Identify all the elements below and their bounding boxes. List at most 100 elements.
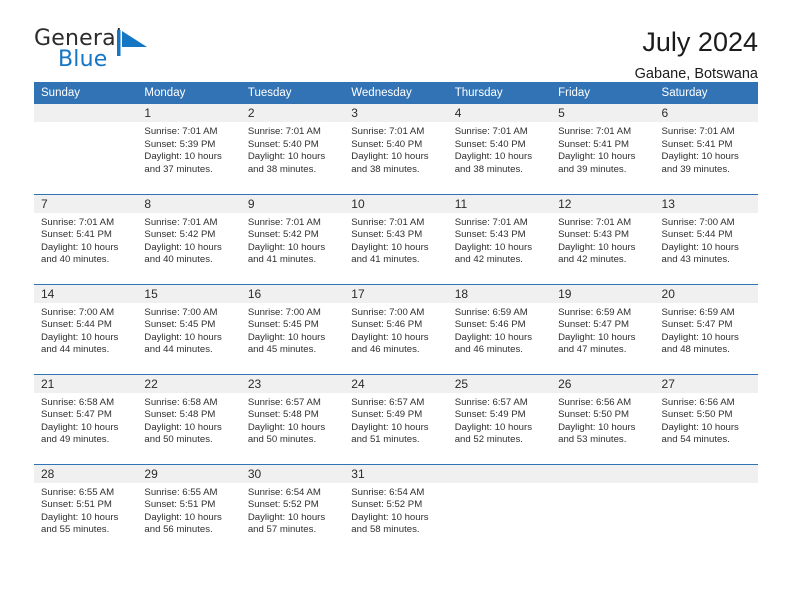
- day-info-line: Sunrise: 6:55 AM: [41, 486, 115, 498]
- day-info-line: and 46 minutes.: [454, 344, 523, 356]
- day-number: 5: [551, 104, 655, 122]
- day-number: 17: [344, 284, 448, 303]
- weekday-header-saturday: Saturday: [654, 82, 758, 104]
- day-cell-16[interactable]: 16 Sunrise: 7:00 AM Sunset: 5:45 PM Dayligh…: [240, 283, 345, 374]
- day-cell-11[interactable]: 11 Sunrise: 7:01 AM Sunset: 5:43 PM Dayligh…: [447, 193, 552, 284]
- day-info-line: Sunrise: 7:01 AM: [144, 216, 218, 228]
- day-number: 24: [344, 374, 448, 393]
- day-cell-empty: [654, 463, 758, 554]
- day-number: 14: [34, 284, 138, 303]
- day-info-line: Daylight: 10 hours: [41, 331, 119, 343]
- calendar-header-row: Sunday Monday Tuesday Wednesday Thursday Frid…: [34, 82, 758, 104]
- day-info-line: Sunset: 5:49 PM: [351, 409, 423, 421]
- day-cell-26[interactable]: 26 Sunrise: 6:56 AM Sunset: 5:50 PM Dayligh…: [551, 373, 655, 464]
- day-cell-17[interactable]: 17 Sunrise: 7:00 AM Sunset: 5:46 PM Dayligh…: [344, 283, 448, 374]
- day-info-line: Sunrise: 6:59 AM: [558, 306, 632, 318]
- calendar-week-row: 28 Sunrise: 6:55 AM Sunset: 5:51 PM Dayligh…: [34, 463, 758, 554]
- day-cell-30[interactable]: 30 Sunrise: 6:54 AM Sunset: 5:52 PM Dayligh…: [240, 463, 345, 554]
- day-info-line: Daylight: 10 hours: [661, 331, 739, 343]
- day-info-line: and 38 minutes.: [454, 163, 523, 175]
- day-info: Sunrise: 6:54 AM Sunset: 5:52 PM Daylight:…: [344, 483, 447, 537]
- day-info: Sunrise: 7:00 AM Sunset: 5:44 PM Daylight:…: [655, 213, 758, 267]
- day-cell-3[interactable]: 3 Sunrise: 7:01 AM Sunset: 5:40 PM Daylight…: [344, 104, 448, 194]
- day-number: 21: [34, 374, 138, 393]
- day-cell-9[interactable]: 9 Sunrise: 7:01 AM Sunset: 5:42 PM Daylight…: [240, 193, 345, 284]
- day-info: Sunrise: 6:56 AM Sunset: 5:50 PM Daylight:…: [551, 393, 654, 447]
- day-cell-22[interactable]: 22 Sunrise: 6:58 AM Sunset: 5:48 PM Dayligh…: [137, 373, 241, 464]
- day-info-line: Sunrise: 7:00 AM: [661, 216, 735, 228]
- day-cell-21[interactable]: 21 Sunrise: 6:58 AM Sunset: 5:47 PM Dayligh…: [34, 373, 138, 464]
- day-cell-19[interactable]: 19 Sunrise: 6:59 AM Sunset: 5:47 PM Dayligh…: [551, 283, 655, 374]
- day-info-line: Sunset: 5:40 PM: [351, 138, 423, 150]
- day-cell-12[interactable]: 12 Sunrise: 7:01 AM Sunset: 5:43 PM Dayligh…: [551, 193, 655, 284]
- day-cell-24[interactable]: 24 Sunrise: 6:57 AM Sunset: 5:49 PM Dayligh…: [344, 373, 448, 464]
- day-cell-23[interactable]: 23 Sunrise: 6:57 AM Sunset: 5:48 PM Dayligh…: [240, 373, 345, 464]
- day-info-line: Sunset: 5:40 PM: [454, 138, 526, 150]
- calendar-week-row: 7 Sunrise: 7:01 AM Sunset: 5:41 PM Daylight…: [34, 193, 758, 284]
- day-info-line: Sunset: 5:47 PM: [558, 319, 630, 331]
- day-info: Sunrise: 7:01 AM Sunset: 5:42 PM Daylight:…: [137, 213, 240, 267]
- day-number: 12: [551, 194, 655, 213]
- day-info-line: Daylight: 10 hours: [144, 151, 222, 163]
- day-cell-empty: [551, 463, 655, 554]
- day-cell-1[interactable]: 1 Sunrise: 7:01 AM Sunset: 5:39 PM Daylight…: [137, 104, 241, 194]
- weekday-header-thursday: Thursday: [447, 82, 552, 104]
- day-info-line: Sunrise: 7:01 AM: [351, 216, 425, 228]
- day-info-line: and 39 minutes.: [661, 163, 730, 175]
- day-cell-18[interactable]: 18 Sunrise: 6:59 AM Sunset: 5:46 PM Dayligh…: [447, 283, 552, 374]
- day-info-line: and 45 minutes.: [247, 344, 317, 356]
- day-cell-4[interactable]: 4 Sunrise: 7:01 AM Sunset: 5:40 PM Daylight…: [447, 104, 552, 194]
- weekday-header-wednesday: Wednesday: [344, 82, 448, 104]
- day-info-line: Sunrise: 7:01 AM: [661, 126, 735, 137]
- day-info-line: and 42 minutes.: [454, 254, 523, 266]
- day-cell-14[interactable]: 14 Sunrise: 7:00 AM Sunset: 5:44 PM Dayligh…: [34, 283, 138, 374]
- day-cell-15[interactable]: 15 Sunrise: 7:00 AM Sunset: 5:45 PM Dayligh…: [137, 283, 241, 374]
- day-cell-7[interactable]: 7 Sunrise: 7:01 AM Sunset: 5:41 PM Daylight…: [34, 193, 138, 284]
- day-number: 25: [447, 374, 552, 393]
- day-info: Sunrise: 7:00 AM Sunset: 5:45 PM Daylight:…: [241, 303, 344, 357]
- day-number: 8: [137, 194, 241, 213]
- day-info-line: Sunset: 5:40 PM: [247, 138, 319, 150]
- day-cell-29[interactable]: 29 Sunrise: 6:55 AM Sunset: 5:51 PM Dayligh…: [137, 463, 241, 554]
- day-info-line: Sunset: 5:52 PM: [351, 499, 423, 511]
- day-info-line: and 57 minutes.: [247, 524, 317, 536]
- day-cell-5[interactable]: 5 Sunrise: 7:01 AM Sunset: 5:41 PM Daylight…: [551, 104, 655, 194]
- day-info-line: Sunset: 5:43 PM: [351, 229, 423, 241]
- day-cell-13[interactable]: 13 Sunrise: 7:00 AM Sunset: 5:44 PM Dayligh…: [654, 193, 758, 284]
- day-info-line: Daylight: 10 hours: [247, 151, 326, 163]
- day-cell-10[interactable]: 10 Sunrise: 7:01 AM Sunset: 5:43 PM Dayligh…: [344, 193, 448, 284]
- day-info-line: Sunset: 5:46 PM: [351, 319, 423, 331]
- day-info-line: and 41 minutes.: [247, 254, 317, 266]
- day-info: Sunrise: 7:01 AM Sunset: 5:41 PM Daylight:…: [34, 213, 137, 267]
- day-number: 28: [34, 464, 138, 483]
- weekday-header-sunday: Sunday: [34, 82, 138, 104]
- day-info-line: and 37 minutes.: [144, 163, 213, 175]
- day-info-line: Sunrise: 7:01 AM: [454, 126, 528, 137]
- day-info-line: Sunrise: 6:57 AM: [247, 396, 321, 408]
- day-cell-8[interactable]: 8 Sunrise: 7:01 AM Sunset: 5:42 PM Daylight…: [137, 193, 241, 284]
- day-cell-2[interactable]: 2 Sunrise: 7:01 AM Sunset: 5:40 PM Daylight…: [240, 104, 345, 194]
- day-cell-28[interactable]: 28 Sunrise: 6:55 AM Sunset: 5:51 PM Dayligh…: [34, 463, 138, 554]
- day-info-line: Daylight: 10 hours: [41, 421, 119, 433]
- day-cell-20[interactable]: 20 Sunrise: 6:59 AM Sunset: 5:47 PM Dayligh…: [654, 283, 758, 374]
- day-cell-25[interactable]: 25 Sunrise: 6:57 AM Sunset: 5:49 PM Dayligh…: [447, 373, 552, 464]
- day-number: 23: [240, 374, 345, 393]
- day-info: Sunrise: 6:57 AM Sunset: 5:48 PM Daylight:…: [241, 393, 344, 447]
- day-info-line: Sunset: 5:43 PM: [558, 229, 630, 241]
- day-cell-31[interactable]: 31 Sunrise: 6:54 AM Sunset: 5:52 PM Dayligh…: [344, 463, 448, 554]
- day-info-line: and 40 minutes.: [41, 254, 110, 266]
- day-cell-27[interactable]: 27 Sunrise: 6:56 AM Sunset: 5:50 PM Dayligh…: [654, 373, 758, 464]
- day-cell-6[interactable]: 6 Sunrise: 7:01 AM Sunset: 5:41 PM Daylight…: [654, 104, 758, 194]
- day-info-line: and 44 minutes.: [144, 344, 213, 356]
- day-number: [447, 464, 552, 483]
- weekday-header-monday: Monday: [137, 82, 241, 104]
- day-info-line: Sunrise: 6:57 AM: [351, 396, 425, 408]
- day-info-line: and 40 minutes.: [144, 254, 213, 266]
- day-info-line: Sunset: 5:41 PM: [41, 229, 112, 241]
- calendar-week-row: 14 Sunrise: 7:00 AM Sunset: 5:44 PM Dayligh…: [34, 283, 758, 374]
- day-info: Sunrise: 7:01 AM Sunset: 5:40 PM Daylight:…: [448, 122, 551, 176]
- day-number: 4: [447, 104, 552, 122]
- day-info-line: Sunset: 5:44 PM: [661, 229, 733, 241]
- day-number: 18: [447, 284, 552, 303]
- day-info-line: and 43 minutes.: [661, 254, 730, 266]
